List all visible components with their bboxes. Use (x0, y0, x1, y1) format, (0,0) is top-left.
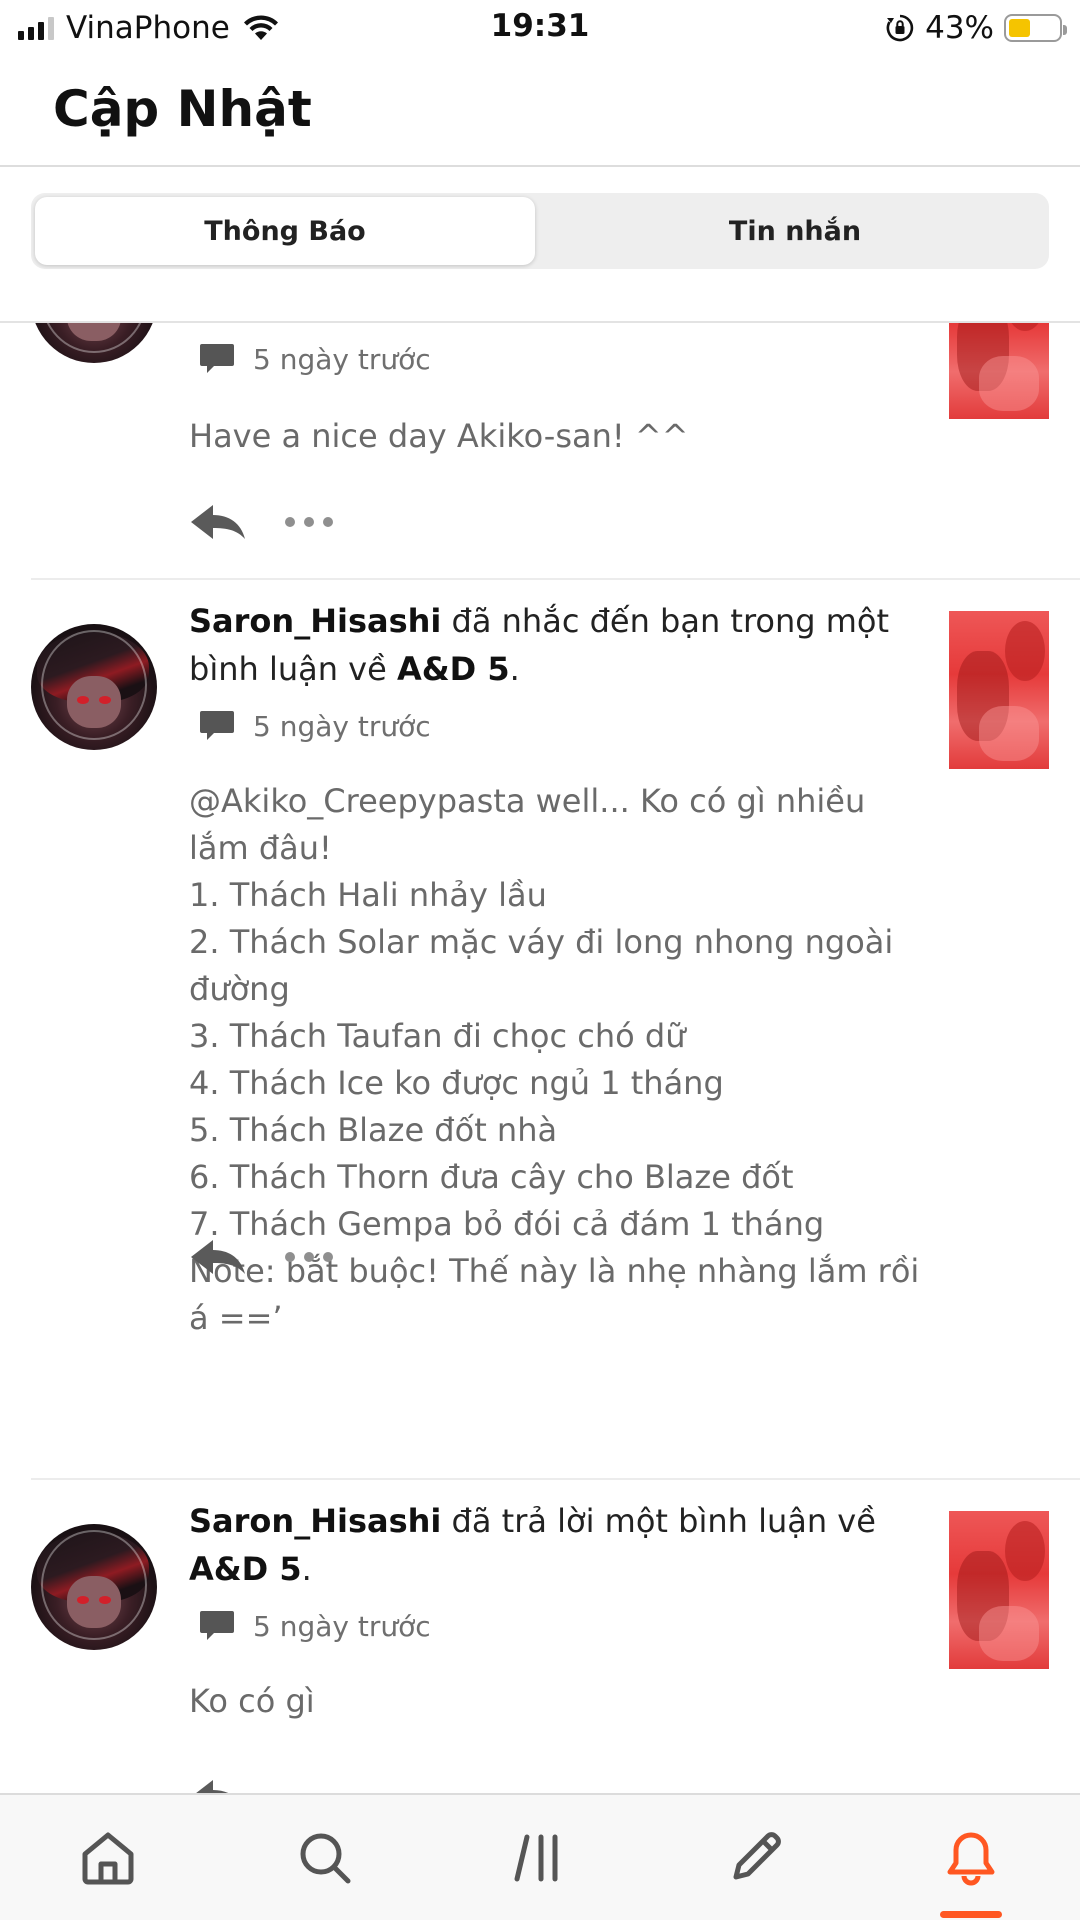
avatar[interactable] (31, 1524, 157, 1650)
notification-item[interactable]: Saron_Hisashi đã nhắc đến bạn trong một … (0, 580, 1080, 1480)
notification-item[interactable]: 5 ngày trước Have a nice day Akiko-san! … (0, 323, 1080, 580)
timestamp: 5 ngày trước (253, 709, 431, 743)
status-bar: VinaPhone 19:31 43% (0, 0, 1080, 56)
comment-icon (200, 1611, 234, 1640)
active-tab-indicator (940, 1911, 1002, 1918)
story-thumbnail[interactable] (949, 1511, 1049, 1669)
comment-icon (200, 711, 234, 740)
story-thumbnail[interactable] (949, 611, 1049, 769)
comment-icon (200, 344, 234, 373)
battery-percent: 43% (925, 10, 994, 46)
page-title: Cập Nhật (53, 80, 312, 138)
comment-text: Have a nice day Akiko-san! ^^ (189, 417, 689, 455)
notification-headline[interactable]: Saron_Hisashi đã trả lời một bình luận v… (189, 1497, 929, 1593)
story-thumbnail[interactable] (949, 323, 1049, 419)
timestamp: 5 ngày trước (253, 1609, 431, 1643)
reply-icon[interactable] (189, 501, 247, 543)
notifications-icon (947, 1832, 995, 1886)
nav-library[interactable] (505, 1823, 575, 1893)
more-options-icon[interactable] (285, 501, 333, 543)
more-options-icon[interactable] (285, 1236, 333, 1278)
library-icon (514, 1834, 558, 1882)
avatar[interactable] (31, 323, 157, 363)
notification-meta: 5 ngày trước (199, 706, 431, 746)
search-icon (300, 1833, 351, 1884)
tab-messages[interactable]: Tin nhắn (545, 197, 1045, 265)
notification-meta: 5 ngày trước (199, 339, 431, 379)
battery-level (1009, 19, 1030, 37)
story-title[interactable]: A&D 5 (397, 650, 510, 688)
orientation-lock-icon (886, 14, 914, 42)
notification-headline[interactable]: Saron_Hisashi đã nhắc đến bạn trong một … (189, 597, 929, 693)
reply-icon[interactable] (189, 1776, 247, 1793)
username[interactable]: Saron_Hisashi (189, 1502, 441, 1540)
home-icon (82, 1832, 134, 1885)
tab-notifications[interactable]: Thông Báo (35, 197, 535, 265)
nav-write[interactable] (720, 1823, 790, 1893)
nav-notifications[interactable] (936, 1823, 1006, 1893)
notification-actions (189, 497, 333, 547)
nav-search[interactable] (290, 1823, 360, 1893)
header: Cập Nhật (0, 56, 1080, 167)
reply-icon[interactable] (189, 1236, 247, 1278)
battery-icon (1004, 14, 1067, 42)
notification-actions (189, 1232, 333, 1282)
notification-actions (189, 1772, 247, 1793)
timestamp: 5 ngày trước (253, 342, 431, 376)
write-icon (733, 1832, 781, 1880)
story-title[interactable]: A&D 5 (189, 1550, 302, 1588)
tabs-bar: Thông Báo Tin nhắn (0, 167, 1080, 323)
notification-item[interactable]: Saron_Hisashi đã trả lời một bình luận v… (0, 1480, 1080, 1793)
username[interactable]: Saron_Hisashi (189, 602, 441, 640)
avatar[interactable] (31, 624, 157, 750)
nav-home[interactable] (73, 1823, 143, 1893)
segmented-control: Thông Báo Tin nhắn (31, 193, 1049, 269)
notification-meta: 5 ngày trước (199, 1606, 431, 1646)
comment-text: Ko có gì (189, 1682, 315, 1720)
screen: VinaPhone 19:31 43% Cập Nhật Thông Báo T… (0, 0, 1080, 1920)
bottom-nav (0, 1793, 1080, 1920)
notification-feed[interactable]: 5 ngày trước Have a nice day Akiko-san! … (0, 323, 1080, 1793)
